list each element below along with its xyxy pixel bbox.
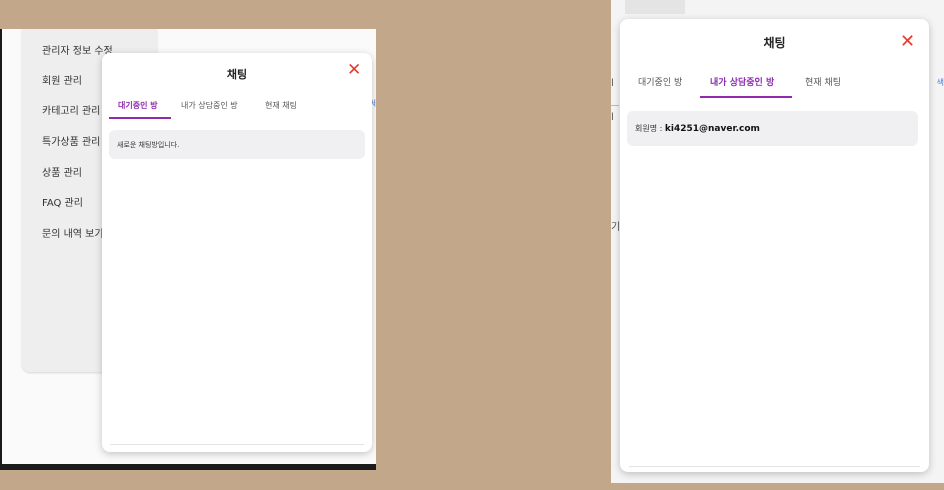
sidebar-item-faq[interactable]: FAQ 관리 — [42, 194, 83, 209]
right-screenshot: l l 기 색 채팅 ✕ 대기중인 방 내가 상담중인 방 현재 채팅 회원명 … — [611, 0, 944, 483]
chat-title: 채팅 — [763, 36, 786, 50]
sidebar-item-category[interactable]: 카테고리 관리 — [42, 102, 100, 117]
tab-current-chat[interactable]: 현재 채팅 — [805, 75, 841, 88]
tab-waiting-rooms[interactable]: 대기중인 방 — [118, 100, 158, 111]
background-header-fragment — [625, 0, 685, 14]
tab-waiting-rooms[interactable]: 대기중인 방 — [638, 75, 682, 88]
background-text-fragment: l — [611, 112, 614, 123]
window-edge — [0, 29, 2, 470]
tab-current-chat[interactable]: 현재 채팅 — [265, 100, 297, 111]
active-tab-indicator — [700, 96, 792, 98]
background-text-fragment: 기 — [611, 222, 621, 233]
sidebar-item-members[interactable]: 회원 관리 — [42, 72, 82, 87]
sidebar-item-products[interactable]: 상품 관리 — [42, 164, 82, 179]
active-tab-indicator — [109, 117, 171, 119]
chat-room-label: 새로운 채팅방입니다. — [117, 141, 180, 149]
member-email: ki4251@naver.com — [664, 124, 760, 134]
chat-room-item[interactable]: 회원명 : ki4251@naver.com — [627, 111, 918, 146]
background-text-fragment: l — [611, 78, 614, 89]
member-name-label: 회원명 : — [635, 124, 665, 133]
tab-my-consulting-rooms[interactable]: 내가 상담중인 방 — [181, 100, 238, 111]
chat-title: 채팅 — [226, 68, 248, 81]
modal-divider — [110, 444, 364, 445]
background-divider — [611, 105, 619, 106]
chat-modal: 채팅 ✕ 대기중인 방 내가 상담중인 방 현재 채팅 새로운 채팅방입니다. — [102, 53, 372, 452]
member-name-row: 회원명 : ki4251@naver.com — [635, 123, 760, 134]
sidebar-item-admin-info[interactable]: 관리자 정보 수정 — [42, 42, 113, 57]
tab-my-consulting-rooms[interactable]: 내가 상담중인 방 — [710, 75, 774, 88]
window-bottom-bar — [0, 464, 376, 470]
sidebar-item-special-products[interactable]: 특가상품 관리 — [42, 133, 100, 148]
chat-room-item[interactable]: 새로운 채팅방입니다. — [109, 130, 365, 159]
close-icon[interactable]: ✕ — [900, 31, 915, 52]
background-link-fragment: 색 — [936, 78, 944, 87]
chat-modal: 채팅 ✕ 대기중인 방 내가 상담중인 방 현재 채팅 회원명 : ki4251… — [620, 19, 929, 472]
modal-divider — [629, 466, 920, 467]
sidebar-item-inquiries[interactable]: 문의 내역 보기 — [42, 225, 104, 240]
left-screenshot: 관리자 정보 수정 회원 관리 카테고리 관리 특가상품 관리 상품 관리 FA… — [0, 29, 376, 470]
close-icon[interactable]: ✕ — [347, 60, 361, 80]
